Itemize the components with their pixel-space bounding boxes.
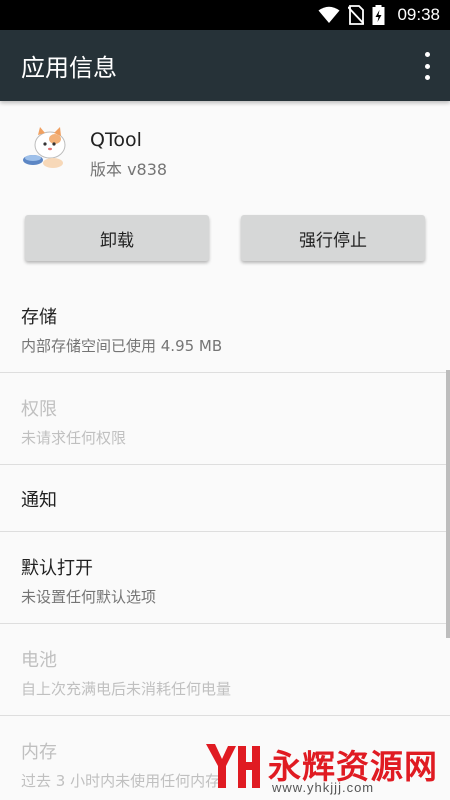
setting-notifications[interactable]: 通知 xyxy=(0,486,450,512)
divider xyxy=(0,715,450,716)
divider xyxy=(0,372,450,373)
divider xyxy=(0,623,450,624)
watermark-logo-icon xyxy=(202,740,262,792)
setting-title: 默认打开 xyxy=(21,558,93,579)
app-version: 版本 v838 xyxy=(90,160,168,179)
uninstall-button[interactable]: 卸载 xyxy=(25,215,209,261)
setting-subtitle: 未设置任何默认选项 xyxy=(21,588,157,606)
more-vert-icon[interactable] xyxy=(418,52,436,80)
watermark-url: www.yhkjjj.com xyxy=(272,780,375,795)
cat-app-icon xyxy=(22,125,68,171)
setting-subtitle: 内部存储空间已使用 4.95 MB xyxy=(21,337,223,355)
wifi-icon xyxy=(318,6,340,24)
setting-title: 通知 xyxy=(21,490,57,511)
setting-title: 权限 xyxy=(21,399,57,420)
setting-battery: 电池 自上次充满电后未消耗任何电量 xyxy=(0,646,450,699)
force-stop-button[interactable]: 强行停止 xyxy=(241,215,425,261)
app-bar: 应用信息 xyxy=(0,30,450,101)
setting-subtitle: 自上次充满电后未消耗任何电量 xyxy=(21,680,232,698)
status-bar: 09:38 xyxy=(0,0,450,30)
setting-open-by-default[interactable]: 默认打开 未设置任何默认选项 xyxy=(0,554,450,607)
page-title: 应用信息 xyxy=(21,54,117,82)
divider xyxy=(0,531,450,532)
scrollbar[interactable] xyxy=(446,370,450,638)
divider xyxy=(0,464,450,465)
app-header: QTool 版本 v838 xyxy=(0,101,450,211)
battery-charging-icon xyxy=(372,5,385,25)
no-sim-icon xyxy=(348,5,365,25)
setting-permissions: 权限 未请求任何权限 xyxy=(0,395,450,448)
app-name: QTool xyxy=(90,129,142,151)
setting-title: 存储 xyxy=(21,307,57,328)
setting-subtitle: 未请求任何权限 xyxy=(21,429,127,447)
setting-storage[interactable]: 存储 内部存储空间已使用 4.95 MB xyxy=(0,303,450,356)
watermark: 永辉资源网 www.yhkjjj.com xyxy=(202,738,447,796)
setting-title: 电池 xyxy=(21,650,57,671)
status-time: 09:38 xyxy=(397,5,440,24)
